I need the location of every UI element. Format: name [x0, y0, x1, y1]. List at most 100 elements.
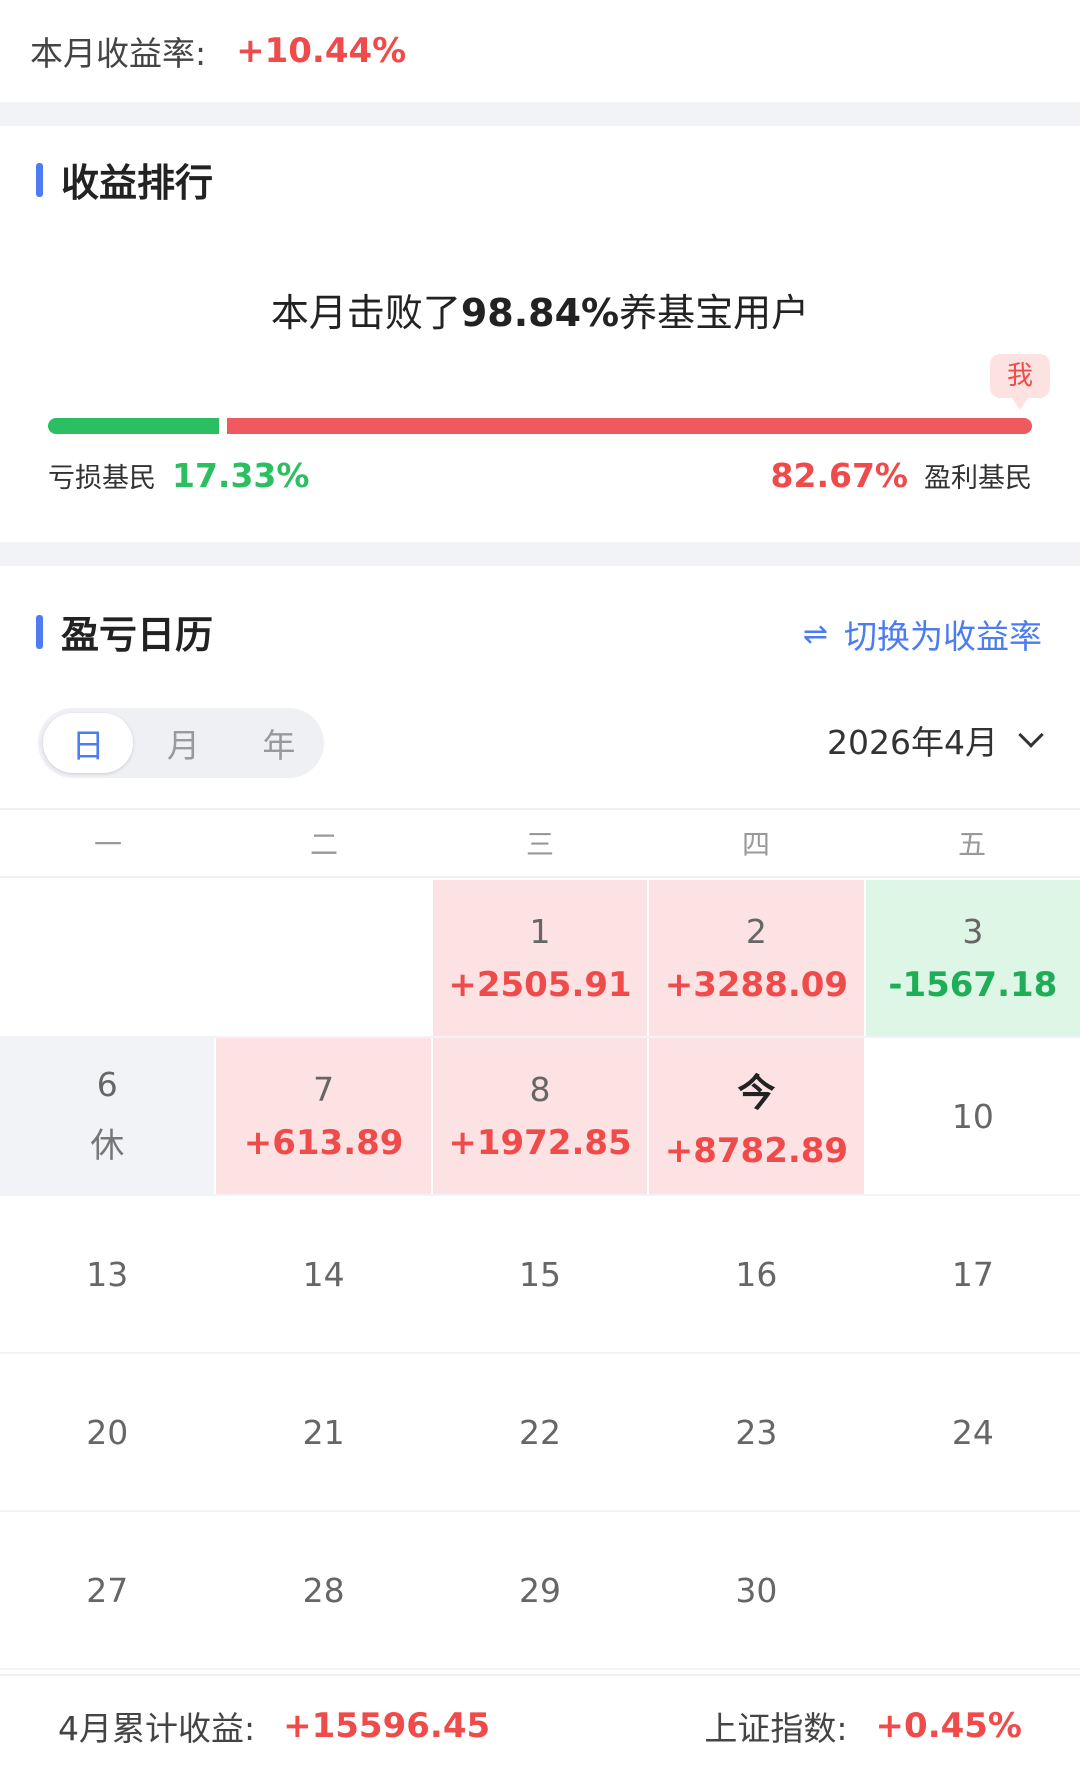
day-pnl-value: +3288.09	[664, 964, 849, 1005]
today-label: 今	[737, 1070, 776, 1115]
calendar-day-cell[interactable]: 今 +8782.89	[649, 1038, 864, 1194]
day-number: 20	[86, 1412, 129, 1452]
day-number: 3	[962, 911, 984, 951]
month-total-label: 4月累计收益:	[58, 1708, 256, 1748]
monthly-return-label: 本月收益率:	[30, 34, 207, 73]
day-number: 6	[96, 1065, 118, 1104]
calendar-day-cell[interactable]: 27	[0, 1512, 214, 1668]
calendar-day-cell[interactable]: 29	[433, 1512, 647, 1668]
calendar-day-cell[interactable]: 16	[649, 1196, 863, 1352]
ranking-title: 收益排行	[61, 161, 214, 205]
calendar-day-cell[interactable]: 17	[866, 1196, 1080, 1352]
gain-percent: 82.67%	[770, 456, 908, 495]
day-number: 22	[519, 1412, 562, 1452]
beat-percent: 98.84%	[460, 291, 620, 335]
loss-legend: 亏损基民 17.33%	[48, 456, 309, 495]
calendar-day-cell[interactable]: 30	[649, 1512, 863, 1668]
beat-users-text: 本月击败了98.84%养基宝用户	[0, 282, 1080, 337]
day-pnl-value: +8782.89	[664, 1130, 849, 1171]
loss-percent: 17.33%	[172, 456, 310, 495]
weekday-label: 三	[525, 828, 554, 861]
weekday-label: 一	[93, 828, 122, 861]
calendar-day-cell[interactable]: 23	[649, 1354, 863, 1510]
calendar-day-cell[interactable]: 24	[866, 1354, 1080, 1510]
calendar-day-cell[interactable]: 3 -1567.18	[865, 880, 1080, 1036]
day-pnl-value: -1567.18	[888, 964, 1058, 1005]
day-pnl-value: +613.89	[243, 1122, 404, 1163]
calendar-day-cell[interactable]: 7 +613.89	[216, 1038, 431, 1194]
calendar-week-row: 27 28 29 30	[0, 1512, 1080, 1670]
day-number: 27	[86, 1570, 129, 1610]
calendar-day-cell[interactable]: 8 +1972.85	[432, 1038, 648, 1194]
sse-index-value: +0.45%	[875, 1705, 1022, 1746]
day-number: 17	[951, 1254, 994, 1294]
day-number: 28	[302, 1570, 345, 1610]
day-number: 15	[519, 1254, 562, 1294]
title-accent-bar	[36, 614, 43, 649]
loss-label: 亏损基民	[48, 463, 156, 494]
calendar-day-cell[interactable]: 10	[866, 1038, 1080, 1194]
calendar-grid: 1 +2505.91 2 +3288.09 3 -1567.18 6 休 7 +613.89 8 +1…	[0, 880, 1080, 1670]
me-marker-badge: 我	[990, 354, 1050, 410]
tab-month[interactable]: 月	[138, 713, 228, 773]
gain-loss-progress-bar	[48, 418, 1032, 434]
day-number: 2	[745, 911, 767, 951]
gain-segment	[227, 418, 1032, 434]
title-accent-bar	[36, 162, 43, 197]
period-toggle: 日 月 年	[38, 708, 324, 778]
month-selector[interactable]: 2026年4月	[827, 716, 1044, 764]
day-number: 30	[735, 1570, 778, 1610]
calendar-day-cell[interactable]: 14	[216, 1196, 430, 1352]
month-label: 2026年4月	[827, 723, 998, 762]
calendar-day-cell[interactable]: 28	[216, 1512, 430, 1668]
day-number: 1	[529, 911, 551, 951]
calendar-day-cell[interactable]: 13	[0, 1196, 214, 1352]
beat-prefix: 本月击败了	[270, 291, 461, 335]
holiday-label: 休	[90, 1126, 125, 1166]
loss-segment	[48, 418, 219, 434]
day-number: 21	[302, 1412, 345, 1452]
calendar-empty-cell	[0, 880, 214, 1036]
calendar-empty-cell	[866, 1512, 1080, 1668]
weekday-label: 四	[741, 828, 770, 861]
calendar-day-cell[interactable]: 20	[0, 1354, 214, 1510]
tab-year[interactable]: 年	[234, 713, 324, 773]
beat-suffix: 养基宝用户	[619, 291, 810, 335]
day-pnl-value: +1972.85	[448, 1122, 632, 1163]
calendar-day-cell[interactable]: 2 +3288.09	[649, 880, 864, 1036]
day-number: 7	[313, 1069, 335, 1109]
calendar-empty-cell	[216, 880, 430, 1036]
calendar-card: 盈亏日历 ⇌ 切换为收益率 日 月 年 2026年4月 一 二 三 四 五 1 +…	[0, 566, 1080, 1775]
tab-day[interactable]: 日	[43, 713, 134, 773]
calendar-footer: 4月累计收益: +15596.45 上证指数: +0.45%	[0, 1674, 1080, 1775]
swap-arrows-icon: ⇌	[802, 616, 828, 652]
day-number: 23	[735, 1412, 778, 1452]
day-number: 10	[951, 1096, 994, 1136]
calendar-day-cell[interactable]: 21	[216, 1354, 430, 1510]
calendar-week-row: 1 +2505.91 2 +3288.09 3 -1567.18	[0, 880, 1080, 1038]
day-number: 14	[302, 1254, 345, 1294]
month-total-value: +15596.45	[283, 1705, 491, 1746]
monthly-return-bar: 本月收益率: +10.44%	[0, 0, 1080, 102]
sse-index-label: 上证指数:	[704, 1708, 848, 1748]
switch-label: 切换为收益率	[844, 617, 1042, 656]
weekday-label: 五	[957, 828, 986, 861]
chevron-down-icon	[1018, 722, 1044, 748]
weekday-header: 一 二 三 四 五	[0, 808, 1080, 878]
monthly-return-value: +10.44%	[236, 31, 407, 71]
calendar-title: 盈亏日历	[61, 613, 214, 657]
ranking-section-title: 收益排行	[36, 152, 213, 207]
calendar-day-cell[interactable]: 1 +2505.91	[432, 880, 648, 1036]
day-number: 16	[735, 1254, 778, 1294]
weekday-label: 二	[309, 828, 338, 861]
ranking-card: 收益排行 本月击败了98.84%养基宝用户 我 亏损基民 17.33% 82.6…	[0, 126, 1080, 542]
calendar-week-row: 13 14 15 16 17	[0, 1196, 1080, 1354]
month-total-group: 4月累计收益: +15596.45	[58, 1702, 490, 1750]
calendar-day-cell[interactable]: 15	[433, 1196, 647, 1352]
switch-to-return-rate-button[interactable]: ⇌ 切换为收益率	[803, 610, 1042, 658]
day-number: 13	[86, 1254, 129, 1294]
calendar-week-row: 20 21 22 23 24	[0, 1354, 1080, 1512]
calendar-day-cell[interactable]: 22	[433, 1354, 647, 1510]
calendar-section-title: 盈亏日历	[36, 604, 213, 659]
calendar-day-cell[interactable]: 6休	[0, 1038, 215, 1194]
